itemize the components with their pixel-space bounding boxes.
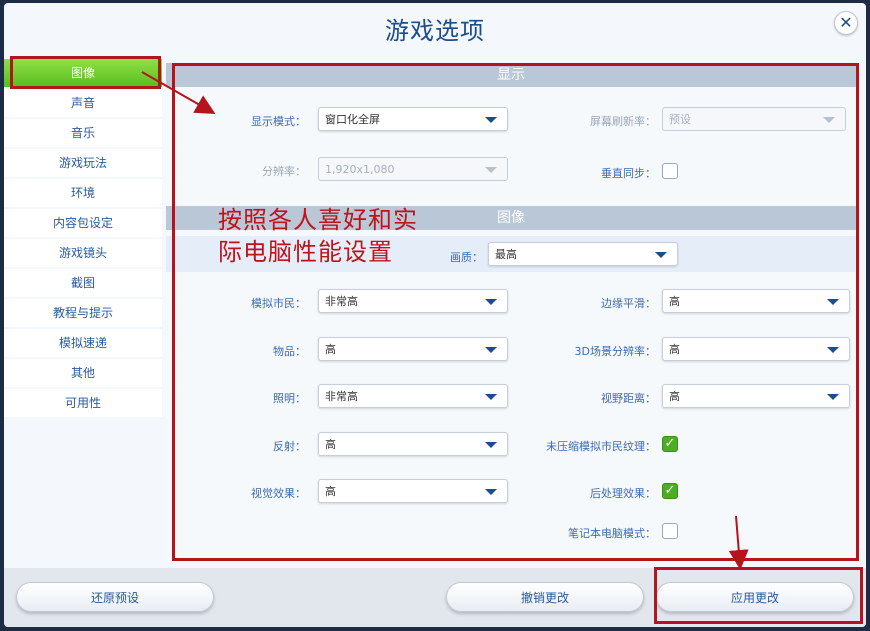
visual-effects-dropdown[interactable]: 高 (318, 479, 508, 503)
scene-resolution-value: 高 (669, 343, 680, 356)
sidebar-item-gameplay[interactable]: 游戏玩法 (4, 149, 162, 177)
sidebar-item-other[interactable]: 其他 (4, 359, 162, 387)
scene-resolution-dropdown[interactable]: 高 (662, 337, 850, 361)
anti-aliasing-value: 高 (669, 295, 680, 308)
visual-effects-label: 视觉效果： (251, 487, 306, 500)
apply-changes-button[interactable]: 应用更改 (656, 582, 854, 612)
laptop-mode-label: 笔记本电脑模式： (568, 527, 656, 540)
post-processing-label: 后处理效果： (590, 487, 656, 500)
sidebar-item-graphics[interactable]: 图像 (4, 59, 162, 87)
display-section-header: 显示 (166, 63, 856, 87)
uncompressed-textures-label: 未压缩模拟市民纹理： (546, 440, 656, 453)
refresh-rate-dropdown[interactable]: 预设 (662, 107, 846, 131)
objects-value: 高 (325, 343, 336, 356)
chevron-down-icon (485, 117, 497, 123)
lighting-value: 非常高 (325, 390, 358, 403)
sidebar-item-sim-delivery[interactable]: 模拟速递 (4, 329, 162, 357)
sims-detail-value: 非常高 (325, 295, 358, 308)
objects-label: 物品： (273, 345, 306, 358)
vsync-checkbox[interactable] (662, 163, 678, 179)
objects-dropdown[interactable]: 高 (318, 337, 508, 361)
chevron-down-icon (485, 394, 497, 400)
chevron-down-icon (485, 442, 497, 448)
sidebar-item-tutorials[interactable]: 教程与提示 (4, 299, 162, 327)
quality-label: 画质： (450, 251, 483, 264)
resolution-value: 1,920x1,080 (325, 163, 395, 176)
reflections-value: 高 (325, 438, 336, 451)
game-options-dialog: 游戏选项 ✕ 图像 声音 音乐 游戏玩法 环境 内容包设定 游戏镜头 截图 教程… (4, 3, 866, 627)
settings-panel: 显示 显示模式： 窗口化全屏 屏幕刷新率： 预设 分辨率： 1,920x1,08… (166, 63, 856, 563)
sidebar-item-environment[interactable]: 环境 (4, 179, 162, 207)
chevron-down-icon (485, 489, 497, 495)
chevron-down-icon (485, 299, 497, 305)
uncompressed-textures-checkbox[interactable]: ✓ (662, 436, 678, 452)
anti-aliasing-dropdown[interactable]: 高 (662, 289, 850, 313)
sidebar-item-screenshots[interactable]: 截图 (4, 269, 162, 297)
refresh-rate-label: 屏幕刷新率： (590, 115, 656, 128)
sidebar-item-music[interactable]: 音乐 (4, 119, 162, 147)
post-processing-checkbox[interactable]: ✓ (662, 483, 678, 499)
display-mode-dropdown[interactable]: 窗口化全屏 (318, 107, 508, 131)
dialog-title: 游戏选项 (385, 17, 485, 45)
chevron-down-icon (827, 394, 839, 400)
quality-value: 最高 (495, 248, 517, 261)
checkmark-icon: ✓ (664, 436, 676, 451)
resolution-dropdown[interactable]: 1,920x1,080 (318, 157, 508, 181)
chevron-down-icon (655, 252, 667, 258)
sims-detail-label: 模拟市民： (251, 297, 306, 310)
display-mode-label: 显示模式： (251, 115, 306, 128)
chevron-down-icon (485, 347, 497, 353)
lighting-label: 照明： (273, 392, 306, 405)
sidebar-item-sound[interactable]: 声音 (4, 89, 162, 117)
lighting-dropdown[interactable]: 非常高 (318, 384, 508, 408)
sidebar-item-accessibility[interactable]: 可用性 (4, 389, 162, 417)
chevron-down-icon (827, 299, 839, 305)
annotation-text-line2: 际电脑性能设置 (218, 238, 393, 266)
dialog-footer: 还原预设 撤销更改 应用更改 (4, 568, 866, 627)
resolution-label: 分辨率： (262, 165, 306, 178)
laptop-mode-checkbox[interactable] (662, 523, 678, 539)
sidebar-item-content-packs[interactable]: 内容包设定 (4, 209, 162, 237)
close-button[interactable]: ✕ (834, 11, 858, 35)
annotation-text-line1: 按照各人喜好和实 (218, 206, 418, 234)
quality-dropdown[interactable]: 最高 (488, 242, 678, 266)
refresh-rate-value: 预设 (669, 113, 691, 126)
visual-effects-value: 高 (325, 485, 336, 498)
restore-defaults-button[interactable]: 还原预设 (16, 582, 214, 612)
cancel-changes-button[interactable]: 撤销更改 (446, 582, 644, 612)
chevron-down-icon (485, 167, 497, 173)
view-distance-label: 视野距离： (601, 392, 656, 405)
sidebar-item-camera[interactable]: 游戏镜头 (4, 239, 162, 267)
reflections-label: 反射： (273, 440, 306, 453)
vsync-label: 垂直同步： (601, 167, 656, 180)
sims-detail-dropdown[interactable]: 非常高 (318, 289, 508, 313)
chevron-down-icon (827, 347, 839, 353)
reflections-dropdown[interactable]: 高 (318, 432, 508, 456)
anti-aliasing-label: 边缘平滑： (601, 297, 656, 310)
checkmark-icon: ✓ (664, 483, 676, 498)
view-distance-dropdown[interactable]: 高 (662, 384, 850, 408)
view-distance-value: 高 (669, 390, 680, 403)
display-mode-value: 窗口化全屏 (325, 113, 380, 126)
sidebar: 图像 声音 音乐 游戏玩法 环境 内容包设定 游戏镜头 截图 教程与提示 模拟速… (4, 59, 162, 419)
chevron-down-icon (823, 117, 835, 123)
scene-resolution-label: 3D场景分辨率： (574, 345, 656, 358)
